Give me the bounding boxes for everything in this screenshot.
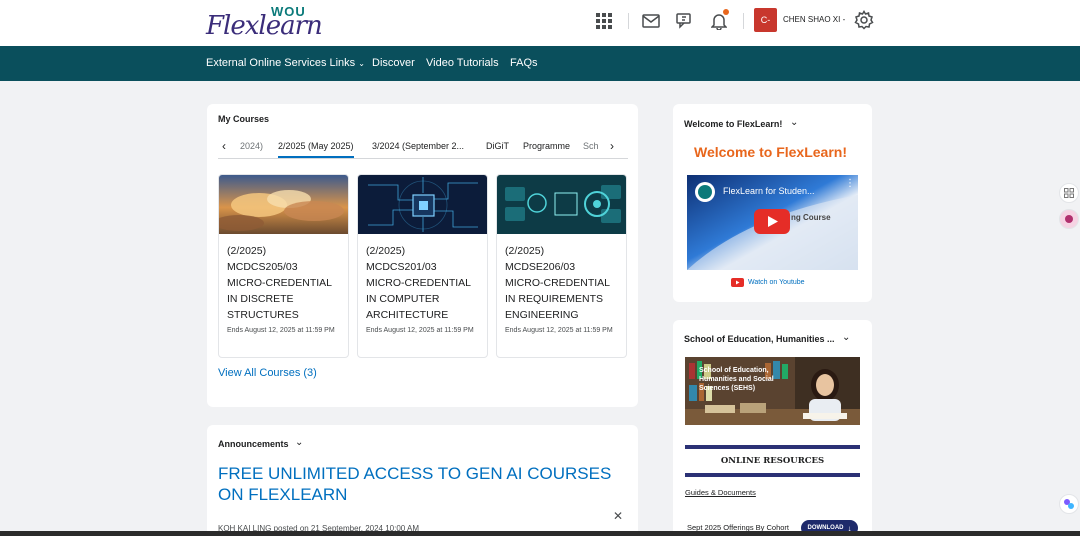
course-name-line: STRUCTURES [227, 309, 299, 321]
course-end-date: Ends August 12, 2025 at 11:59 PM [505, 327, 613, 334]
mail-icon[interactable] [641, 11, 661, 31]
announcements-title: Announcements [218, 439, 289, 449]
more-options-icon[interactable]: ⋮ [845, 178, 855, 189]
nav-video-tutorials[interactable]: Video Tutorials [426, 57, 499, 69]
sehs-banner-image: School of Education, Humanities and Soci… [685, 357, 860, 425]
course-semester: (2/2025) [366, 245, 406, 257]
apps-grid-icon[interactable] [594, 11, 614, 31]
course-name-line: MICRO-CREDENTIAL [505, 277, 611, 289]
video-title: FlexLearn for Studen... [723, 186, 815, 196]
welcome-heading: Welcome to FlexLearn! [694, 144, 848, 160]
header-icons [594, 9, 756, 32]
course-semester: (2/2025) [227, 245, 267, 257]
divider [685, 473, 860, 477]
header-divider [628, 13, 629, 29]
notification-dot [723, 9, 729, 15]
online-resources-heading: ONLINE RESOURCES [720, 456, 825, 466]
chevron-down-icon[interactable]: ⌄ [295, 437, 303, 448]
video-subtitle: ng Course [791, 213, 831, 222]
course-image-clouds [219, 175, 348, 234]
guides-documents-link[interactable]: Guides & Documents [685, 488, 756, 497]
course-code: MCDCS205/03 [227, 261, 298, 273]
play-button-icon[interactable] [754, 209, 790, 234]
course-name-line: IN COMPUTER [366, 293, 440, 305]
course-name-line: ENGINEERING [505, 309, 579, 321]
chevron-down-icon[interactable]: ⌄ [842, 332, 850, 343]
course-code: MCDCS201/03 [366, 261, 437, 273]
course-code: MCDSE206/03 [505, 261, 576, 273]
course-image-chip [358, 175, 487, 234]
youtube-video-embed[interactable]: FlexLearn for Studen... ⋮ ng Course [687, 175, 858, 270]
school-widget-title: School of Education, Humanities ... [684, 334, 835, 344]
header-divider [743, 13, 744, 29]
view-all-courses-link[interactable]: View All Courses (3) [218, 367, 317, 379]
nav-discover[interactable]: Discover [372, 57, 415, 69]
username-menu[interactable]: CHEN SHAO XI - [783, 15, 845, 24]
tab-3-2024[interactable]: 3/2024 (September 2... [372, 141, 464, 151]
course-card[interactable]: (2/2025) MCDCS205/03 MICRO-CREDENTIAL IN… [218, 174, 349, 358]
course-info: (2/2025) MCDCS201/03 MICRO-CREDENTIAL IN… [358, 234, 487, 323]
tab-2-2025[interactable]: 2/2025 (May 2025) [278, 141, 354, 158]
my-courses-title: My Courses [218, 114, 270, 124]
chat-icon[interactable] [675, 11, 695, 31]
top-bar: WOU Flexlearn C- CHEN SHAO XI - [0, 0, 1080, 46]
gear-icon[interactable] [854, 10, 874, 30]
tab-digit[interactable]: DiGiT [486, 141, 509, 151]
school-widget [673, 320, 872, 536]
course-card[interactable]: (2/2025) MCDCS201/03 MICRO-CREDENTIAL IN… [357, 174, 488, 358]
chevron-down-icon: ⌄ [358, 59, 365, 68]
course-info: (2/2025) MCDCS205/03 MICRO-CREDENTIAL IN… [219, 234, 348, 323]
chevron-left-icon[interactable]: ‹ [222, 139, 226, 153]
course-info: (2/2025) MCDSE206/03 MICRO-CREDENTIAL IN… [497, 234, 626, 323]
watch-on-youtube-label: Watch on Youtube [748, 279, 805, 286]
course-name-line: IN DISCRETE [227, 293, 294, 305]
course-card[interactable]: (2/2025) MCDSE206/03 MICRO-CREDENTIAL IN… [496, 174, 627, 358]
tab-school[interactable]: Sch [583, 141, 599, 151]
course-end-date: Ends August 12, 2025 at 11:59 PM [366, 327, 474, 334]
sehs-banner-text: School of Education, Humanities and Soci… [699, 367, 774, 392]
course-end-date: Ends August 12, 2025 at 11:59 PM [227, 327, 335, 334]
course-image-gears [497, 175, 626, 234]
nav-external-links-label: External Online Services Links [206, 57, 356, 69]
flexlearn-logo-text: Flexlearn [206, 11, 323, 41]
close-icon[interactable]: ✕ [613, 509, 623, 523]
welcome-widget-title: Welcome to FlexLearn! [684, 119, 783, 129]
course-semester: (2/2025) [505, 245, 545, 257]
nav-faqs[interactable]: FAQs [510, 57, 538, 69]
tab-programme[interactable]: Programme [523, 141, 570, 151]
course-name-line: IN REQUIREMENTS [505, 293, 604, 305]
flexlearn-logo[interactable]: WOU Flexlearn [206, 4, 326, 41]
nav-external-links[interactable]: External Online Services Links ⌄ [206, 57, 365, 69]
side-apps-icon[interactable] [1059, 183, 1079, 203]
youtube-icon [731, 278, 744, 287]
side-translate-icon[interactable] [1059, 209, 1079, 229]
watch-on-youtube-link[interactable]: Watch on Youtube [731, 278, 805, 287]
course-name-line: MICRO-CREDENTIAL [227, 277, 333, 289]
divider [685, 445, 860, 449]
chevron-right-icon[interactable]: › [610, 139, 614, 153]
tab-2024[interactable]: 2024) [240, 141, 263, 151]
notification-bell-icon[interactable] [709, 9, 729, 31]
main-navbar: External Online Services Links ⌄ Discover… [0, 46, 1080, 81]
announcement-headline[interactable]: FREE UNLIMITED ACCESS TO GEN AI COURSES … [218, 463, 638, 505]
chevron-down-icon[interactable]: ⌄ [790, 117, 798, 128]
course-tabs: ‹ 2024) 2/2025 (May 2025) 3/2024 (Septem… [218, 137, 628, 159]
taskbar-strip [0, 531, 1080, 536]
course-name-line: ARCHITECTURE [366, 309, 449, 321]
side-assistant-icon[interactable] [1059, 494, 1079, 514]
course-name-line: MICRO-CREDENTIAL [366, 277, 472, 289]
avatar[interactable]: C- [754, 8, 777, 32]
